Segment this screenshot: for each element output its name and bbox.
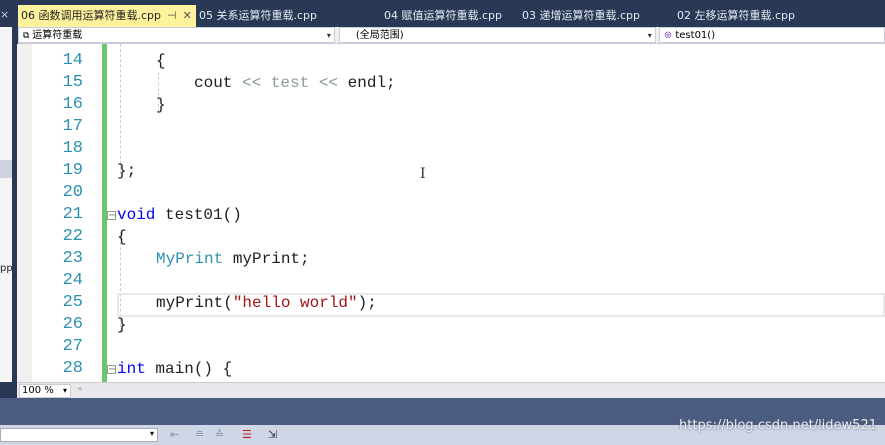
chevron-down-icon: ▾	[149, 429, 154, 438]
line-number: 16	[62, 95, 83, 114]
token: myPrint(	[156, 294, 233, 312]
line-number: 14	[62, 51, 83, 70]
code-line-21: void test01()	[117, 206, 242, 224]
token: cout	[194, 74, 243, 92]
next-message-icon[interactable]: ≙	[215, 428, 224, 441]
line-number: 27	[62, 337, 83, 356]
token: endl;	[338, 74, 396, 92]
chevron-down-icon: ▾	[326, 31, 331, 40]
scroll-left-icon[interactable]: ◂	[77, 384, 82, 394]
navigation-bar: ⧉ 运算符重载 ▾ (全局范围) ▾ ⊛ test01()	[18, 27, 885, 44]
code-line-16: }	[156, 96, 166, 114]
token: <<	[242, 74, 262, 92]
scope-label: (全局范围)	[355, 30, 404, 41]
chevron-down-icon: ▾	[647, 31, 652, 40]
line-number: 26	[62, 315, 83, 334]
previous-message-icon[interactable]: ≘	[195, 428, 204, 441]
close-icon[interactable]: ×	[0, 8, 12, 21]
project-label: 运算符重载	[32, 30, 83, 41]
token: main() {	[145, 360, 233, 378]
line-number: 21	[62, 205, 83, 224]
code-line-22: {	[117, 228, 127, 246]
token: myPrint;	[223, 250, 310, 268]
project-icon: ⧉	[23, 31, 33, 41]
token: <<	[318, 74, 339, 92]
editor-status-bar: 100 % ▾ ◂	[17, 382, 885, 398]
close-tab-icon[interactable]: ✕	[183, 5, 192, 27]
document-tabs: 06 函数调用运算符重载.cpp ⊣ ✕ 05 关系运算符重载.cpp 04 赋…	[18, 5, 885, 27]
token: );	[357, 294, 377, 312]
token: int	[117, 360, 146, 378]
selected-item-fragment[interactable]	[0, 160, 12, 178]
watermark: https://blog.csdn.net/lidew521	[679, 418, 877, 433]
line-number: 23	[62, 249, 83, 268]
tab-04[interactable]: 04 赋值运算符重载.cpp	[360, 5, 518, 27]
tab-label: 04 赋值运算符重载.cpp	[384, 9, 503, 22]
code-line-23: MyPrint myPrint;	[156, 250, 310, 268]
pin-icon[interactable]: ⊣	[167, 5, 177, 27]
code-line-19: };	[117, 162, 137, 180]
collapse-icon[interactable]: −	[107, 365, 116, 375]
code-line-25: myPrint("hello world");	[156, 294, 377, 312]
line-number: 17	[62, 117, 83, 136]
line-number: 24	[62, 271, 83, 290]
tab-05[interactable]: 05 关系运算符重载.cpp	[196, 5, 360, 27]
zoom-dropdown[interactable]: 100 % ▾	[19, 384, 71, 398]
line-number: 25	[62, 293, 83, 312]
line-number: 28	[62, 359, 83, 378]
indicator-margin	[17, 44, 32, 382]
code-line-26: }	[117, 316, 127, 334]
tab-03[interactable]: 03 递增运算符重载.cpp	[518, 5, 677, 27]
token: void	[117, 206, 156, 224]
token: "hello world"	[232, 294, 358, 312]
method-icon: ⊛	[663, 30, 676, 41]
line-number: 15	[62, 73, 83, 92]
line-number: 18	[62, 139, 83, 158]
file-label-fragment: pp	[0, 263, 13, 274]
project-dropdown[interactable]: ⧉ 运算符重载 ▾	[18, 27, 335, 43]
solution-explorer-fragment	[0, 27, 12, 382]
token: test01()	[155, 206, 242, 224]
clear-all-icon[interactable]: ☰	[242, 428, 252, 441]
token: MyPrint	[156, 250, 224, 268]
collapse-icon[interactable]: −	[107, 211, 116, 221]
chevron-down-icon: ▾	[62, 386, 67, 395]
tab-label: 05 关系运算符重载.cpp	[199, 9, 318, 22]
line-number: 22	[62, 227, 83, 246]
line-number: 19	[62, 161, 83, 180]
tab-02[interactable]: 02 左移运算符重载.cpp	[677, 5, 852, 27]
tab-label: 03 递增运算符重载.cpp	[522, 9, 641, 22]
output-source-dropdown[interactable]: ▾	[0, 428, 158, 442]
text-cursor-icon: I	[420, 166, 426, 182]
code-line-14: {	[156, 52, 166, 70]
find-message-icon[interactable]: ⇤	[170, 428, 179, 441]
tab-06[interactable]: 06 函数调用运算符重载.cpp ⊣ ✕	[18, 5, 196, 27]
code-editor[interactable]: I 14 15 16 17 18 19 20 21 22 23 24 25 26…	[17, 44, 885, 382]
member-dropdown[interactable]: ⊛ test01()	[658, 27, 885, 43]
word-wrap-icon[interactable]: ⇲	[268, 428, 277, 441]
token: test	[261, 74, 319, 92]
code-line-15: cout << test << endl;	[194, 74, 396, 92]
tab-label: 02 左移运算符重载.cpp	[677, 9, 796, 22]
zoom-value: 100 %	[22, 385, 54, 396]
line-number: 20	[62, 183, 83, 202]
code-line-28: int main() {	[117, 360, 232, 378]
tab-label: 06 函数调用运算符重载.cpp	[21, 9, 162, 22]
scope-dropdown[interactable]: (全局范围) ▾	[338, 27, 656, 43]
member-label: test01()	[675, 30, 716, 41]
indent-guide	[120, 44, 121, 174]
